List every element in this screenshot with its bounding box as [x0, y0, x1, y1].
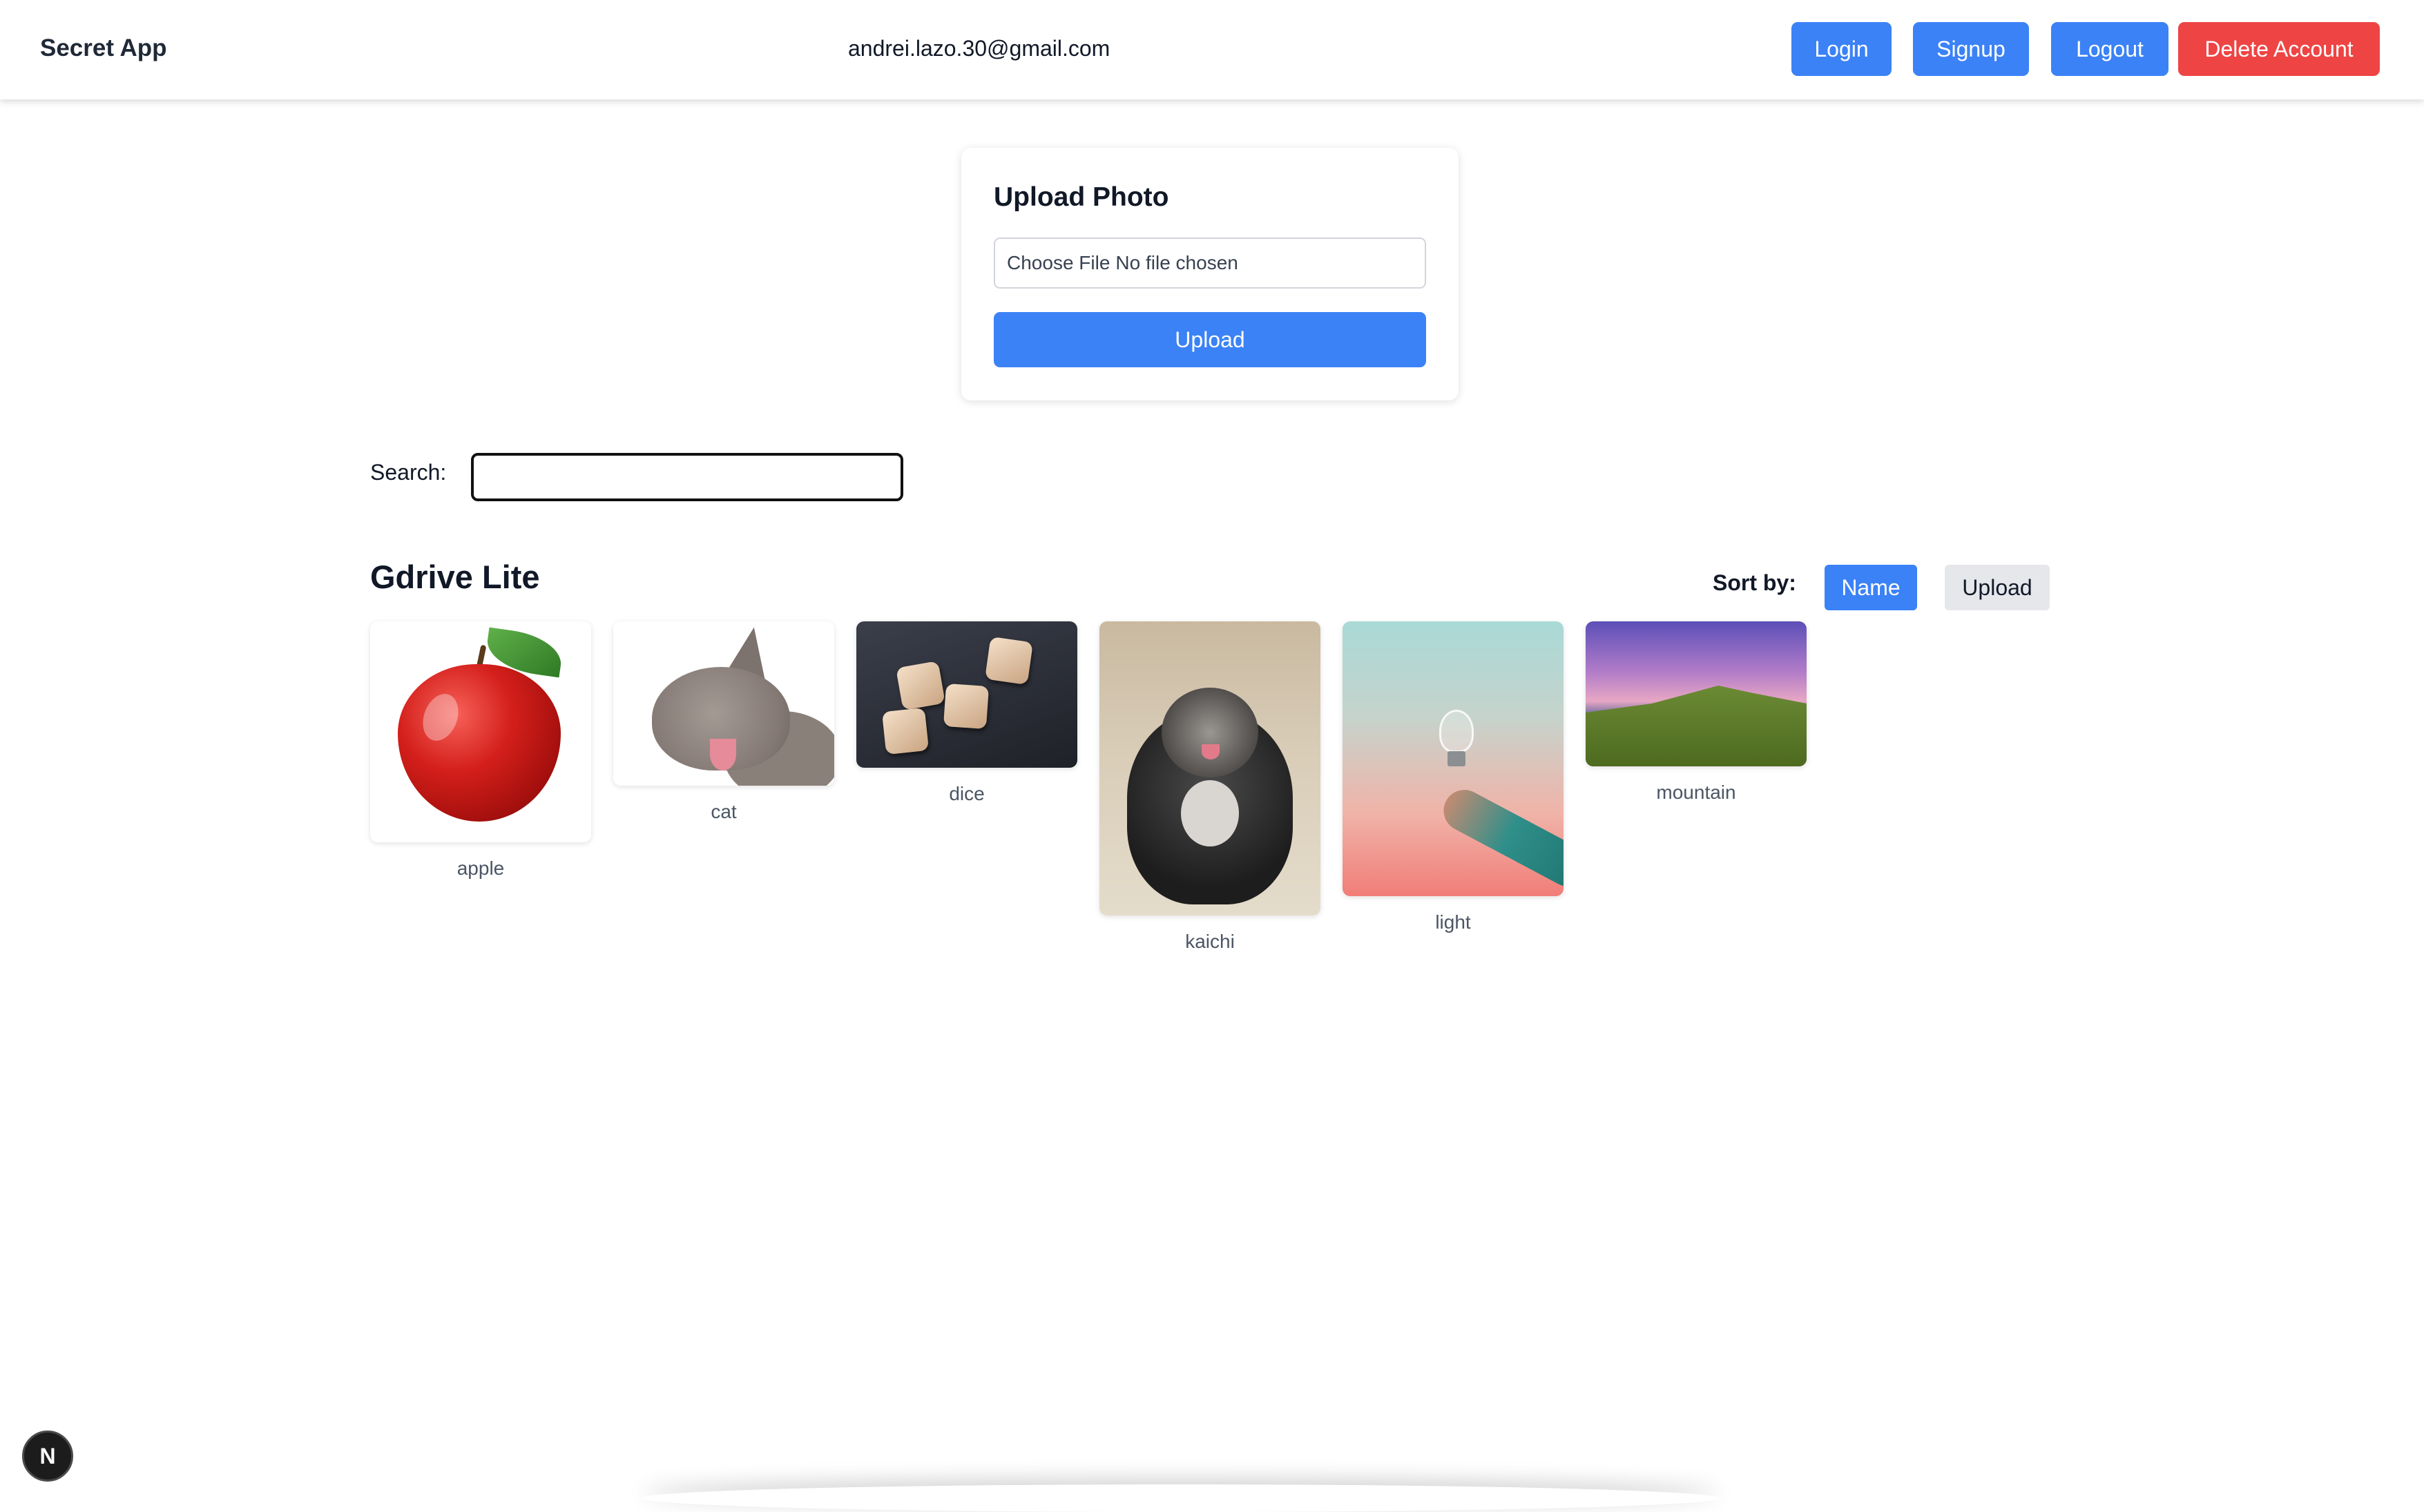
cat-tongue-shape — [710, 739, 736, 770]
photo-thumbnail-mountain[interactable] — [1586, 621, 1807, 766]
mountain-image — [1586, 686, 1807, 766]
die-shape — [984, 636, 1034, 686]
photo-thumbnail-light[interactable] — [1343, 621, 1564, 896]
choose-file-button[interactable]: Choose File — [1007, 252, 1110, 274]
photo-label: dice — [949, 783, 985, 804]
photo-tile[interactable]: light — [1343, 621, 1564, 933]
photo-thumbnail-cat[interactable] — [613, 621, 834, 786]
search-input[interactable] — [471, 453, 903, 501]
die-shape — [943, 683, 990, 730]
upload-photo-title: Upload Photo — [994, 182, 1169, 212]
photo-label: kaichi — [1185, 931, 1235, 952]
app-brand[interactable]: Secret App — [40, 35, 166, 62]
die-shape — [881, 707, 930, 755]
dog-chest-shape — [1181, 780, 1239, 846]
photo-thumbnail-dice[interactable] — [856, 621, 1077, 768]
upload-button[interactable]: Upload — [994, 312, 1426, 367]
photo-tile[interactable]: mountain — [1586, 621, 1807, 804]
photo-tile[interactable]: dice — [856, 621, 1077, 805]
login-button[interactable]: Login — [1791, 22, 1892, 76]
photo-label: mountain — [1656, 782, 1736, 803]
photo-label: apple — [456, 857, 505, 879]
lightbulb-base-shape — [1447, 751, 1465, 766]
sort-by-upload-button[interactable]: Upload — [1945, 565, 2050, 610]
signup-button[interactable]: Signup — [1913, 22, 2029, 76]
bottom-shadow-decoration — [642, 1484, 1720, 1512]
die-shape — [896, 661, 945, 710]
top-navbar: Secret App andrei.lazo.30@gmail.com Logi… — [0, 0, 2424, 99]
photo-tile[interactable]: cat — [613, 621, 834, 823]
photo-thumbnail-apple[interactable] — [370, 621, 591, 842]
delete-account-button[interactable]: Delete Account — [2178, 22, 2380, 76]
dev-tools-indicator-icon[interactable]: N — [22, 1431, 73, 1482]
photo-thumbnail-kaichi[interactable] — [1099, 621, 1320, 915]
upload-photo-card: Upload Photo Choose File No file chosen … — [961, 148, 1459, 400]
logout-button[interactable]: Logout — [2051, 22, 2168, 76]
photo-label: cat — [711, 801, 737, 822]
file-input[interactable]: Choose File No file chosen — [994, 238, 1426, 289]
apple-image — [398, 664, 561, 822]
arm-shape — [1436, 782, 1564, 894]
user-email: andrei.lazo.30@gmail.com — [848, 36, 1110, 61]
sort-by-label: Sort by: — [1713, 570, 1796, 595]
search-label: Search: — [370, 460, 447, 485]
photo-label: light — [1435, 911, 1471, 933]
dog-tongue-shape — [1202, 744, 1220, 759]
sort-by-name-button[interactable]: Name — [1825, 565, 1917, 610]
file-status-text: No file chosen — [1115, 252, 1238, 273]
gallery-title: Gdrive Lite — [370, 559, 540, 595]
photo-tile[interactable]: kaichi — [1099, 621, 1320, 953]
lightbulb-icon — [1439, 710, 1474, 753]
photo-tile[interactable]: apple — [370, 621, 591, 880]
dog-face-shape — [1162, 688, 1258, 777]
